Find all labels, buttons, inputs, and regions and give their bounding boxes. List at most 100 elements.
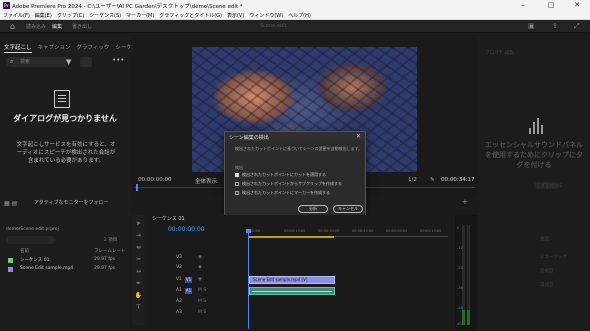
search-placeholder: 検索 bbox=[20, 59, 31, 65]
menu-file[interactable]: ファイル(F) bbox=[3, 12, 30, 19]
scene-detect-dialog: シーン編集の検出 ✕ 検出されたカットポイントに基づいてシーンの変更を自動検出し… bbox=[224, 131, 366, 216]
search-icon: ⌕ bbox=[10, 58, 14, 65]
menu-view[interactable]: 表示(V) bbox=[227, 12, 244, 19]
menu-graphics[interactable]: グラフィックとタイトル(G) bbox=[159, 12, 222, 19]
menu-edit[interactable]: 編集(E) bbox=[35, 12, 52, 19]
column-framerate[interactable]: フレームレート bbox=[94, 248, 125, 254]
essential-sound-message: エッセンシャルサウンドパネルを使用するためにクリップにタグを付ける bbox=[485, 141, 583, 169]
cancel-button[interactable]: キャンセル bbox=[333, 205, 363, 213]
track-header-v3[interactable]: V3 ◉ bbox=[168, 254, 248, 263]
monitor-playhead[interactable] bbox=[136, 184, 138, 191]
more-icon[interactable]: ••• bbox=[112, 56, 124, 64]
track-header-v2[interactable]: V2 ◉ bbox=[168, 264, 248, 273]
tab-captions[interactable]: キャプション bbox=[38, 43, 71, 53]
pen-tool-icon[interactable]: ✒ bbox=[133, 280, 144, 287]
source-patch-v1[interactable]: V1 bbox=[185, 277, 192, 283]
dialog-section-label: 検出 bbox=[235, 165, 243, 170]
dialog-title: シーン編集の検出 bbox=[225, 132, 365, 141]
option-apply-cuts[interactable]: 検出されたカットポイントにカットを適用する bbox=[235, 172, 326, 178]
title-bar: Pr Adobe Premiere Pro 2024 - C:\ユーザー\AI … bbox=[0, 0, 590, 11]
column-name[interactable]: 名前 bbox=[20, 248, 29, 254]
track-header-a1[interactable]: A1 A1 M S bbox=[168, 287, 248, 296]
project-search-input[interactable] bbox=[6, 236, 56, 244]
menu-sequence[interactable]: シーケンス(S) bbox=[89, 12, 121, 19]
menu-clip[interactable]: クリップ(C) bbox=[57, 12, 84, 19]
project-toolbar-icon[interactable]: ▦ ▤ bbox=[4, 200, 17, 207]
workspace-icon[interactable]: ▣ bbox=[528, 22, 535, 30]
meter-left bbox=[462, 225, 465, 325]
menu-help[interactable]: ヘルプ(H) bbox=[288, 12, 311, 19]
analyze-button[interactable]: 分析 bbox=[298, 205, 328, 213]
share-icon[interactable]: ⇪ bbox=[552, 22, 558, 30]
project-title: Scene edit bbox=[260, 23, 287, 29]
maximize-icon[interactable]: □ bbox=[540, 0, 562, 11]
item-count: 2 項目 bbox=[104, 238, 118, 243]
category-music[interactable]: ミュージック bbox=[540, 254, 567, 260]
tab-properties[interactable]: プロパティ bbox=[485, 50, 507, 56]
option-create-subclips[interactable]: 検出されたカットポイントからサブクリップを作成する bbox=[235, 181, 342, 187]
tab-edit[interactable]: 編集 bbox=[505, 50, 514, 56]
category-dialogue[interactable]: 会話 bbox=[540, 236, 549, 242]
type-tool-icon[interactable]: T bbox=[133, 304, 144, 311]
timeline-tab[interactable]: シーケンス 01 bbox=[152, 215, 185, 222]
meter-right bbox=[467, 225, 470, 325]
hand-tool-icon[interactable]: ✋ bbox=[133, 292, 144, 299]
menu-bar: ファイル(F) 編集(E) クリップ(C) シーケンス(S) マーカー(M) グ… bbox=[0, 11, 590, 20]
timeline-playhead[interactable] bbox=[246, 229, 251, 329]
slip-tool-icon[interactable]: ↔ bbox=[133, 268, 144, 275]
menu-window[interactable]: ウィンドウ(W) bbox=[249, 12, 283, 19]
work-area-bar[interactable] bbox=[248, 236, 334, 238]
meter-label: 0 bbox=[457, 226, 460, 230]
meter-label: dB bbox=[457, 322, 462, 326]
timeline-timecode[interactable]: 00:00:00:00 bbox=[168, 226, 205, 233]
minimize-icon[interactable]: – bbox=[512, 0, 534, 11]
selection-tool-icon[interactable]: ➤ bbox=[133, 220, 144, 227]
video-clip[interactable]: Scene Edit sample.mp4 [V] bbox=[249, 276, 335, 284]
left-panel-tabs: 文字起こし キャプション グラフィック シーケンス bbox=[4, 43, 149, 53]
project-tab[interactable]: アクティブなモニターをフォロー bbox=[34, 199, 108, 206]
track-header-a3[interactable]: A3 M S bbox=[168, 309, 248, 318]
menu-marker[interactable]: マーカー(M) bbox=[126, 12, 154, 19]
source-patch-a1[interactable]: A1 bbox=[185, 288, 192, 294]
meter-label: -48 bbox=[457, 306, 463, 310]
export-frame-icon[interactable]: + bbox=[462, 198, 468, 206]
ripple-edit-icon[interactable]: ⇹ bbox=[133, 244, 144, 251]
close-icon[interactable]: ✕ bbox=[566, 0, 588, 11]
razor-tool-icon[interactable]: ✂ bbox=[133, 256, 144, 263]
ruler-label: 00:01:00:00 bbox=[386, 229, 408, 233]
transcript-options-button[interactable] bbox=[80, 57, 92, 67]
checkbox-unchecked[interactable] bbox=[235, 191, 239, 195]
track-select-icon[interactable]: ⇥ bbox=[133, 232, 144, 239]
wrench-icon[interactable]: ✎ bbox=[430, 177, 435, 183]
monitor-duration: 00:00:34:17 bbox=[441, 177, 475, 183]
home-icon[interactable]: ⌂ bbox=[10, 22, 15, 31]
transcript-search-input[interactable]: ⌕ 検索 bbox=[6, 57, 70, 67]
fullscreen-icon[interactable]: ⤢ bbox=[574, 22, 580, 31]
mode-edit[interactable]: 編集 bbox=[52, 23, 62, 30]
category-ambience[interactable]: 環境音 bbox=[540, 282, 554, 288]
monitor-timecode[interactable]: 00:00:00:00 bbox=[138, 177, 172, 183]
dialog-description: 検出されたカットポイントに基づいてシーンの変更を自動検出します。 bbox=[235, 146, 363, 151]
filter-icon[interactable]: ▼ bbox=[66, 58, 71, 66]
mode-export[interactable]: 書き出し bbox=[72, 23, 92, 30]
project-item[interactable]: Scene Edit sample.mp4 29.97 fps bbox=[0, 266, 130, 274]
tab-transcript[interactable]: 文字起こし bbox=[4, 43, 32, 53]
tab-graphics[interactable]: グラフィック bbox=[77, 43, 110, 53]
meter-label: -36 bbox=[457, 286, 463, 290]
transcript-document-icon bbox=[54, 90, 70, 108]
quality-dropdown[interactable]: 1/2 bbox=[408, 177, 417, 183]
audio-clip[interactable] bbox=[249, 287, 335, 295]
option-create-markers[interactable]: 検出されたカットポイントにマーカーを作成する bbox=[235, 190, 330, 196]
close-icon[interactable]: ✕ bbox=[356, 133, 361, 140]
waveform-icon bbox=[528, 118, 544, 134]
meter-label: -12 bbox=[457, 246, 463, 250]
mode-import[interactable]: 読み込み bbox=[26, 23, 46, 30]
category-sfx[interactable]: 効果音 bbox=[540, 268, 554, 274]
track-header-a2[interactable]: A2 M S bbox=[168, 298, 248, 307]
track-header-v1[interactable]: V1 V1 ◉ bbox=[168, 276, 248, 285]
project-item[interactable]: シーケンス 01 29.97 fps bbox=[0, 257, 130, 265]
fit-dropdown[interactable]: 全体表示 bbox=[195, 177, 217, 185]
checkbox-checked[interactable] bbox=[235, 173, 239, 177]
ruler-label: 00:00 bbox=[250, 229, 261, 233]
checkbox-unchecked[interactable] bbox=[235, 182, 239, 186]
